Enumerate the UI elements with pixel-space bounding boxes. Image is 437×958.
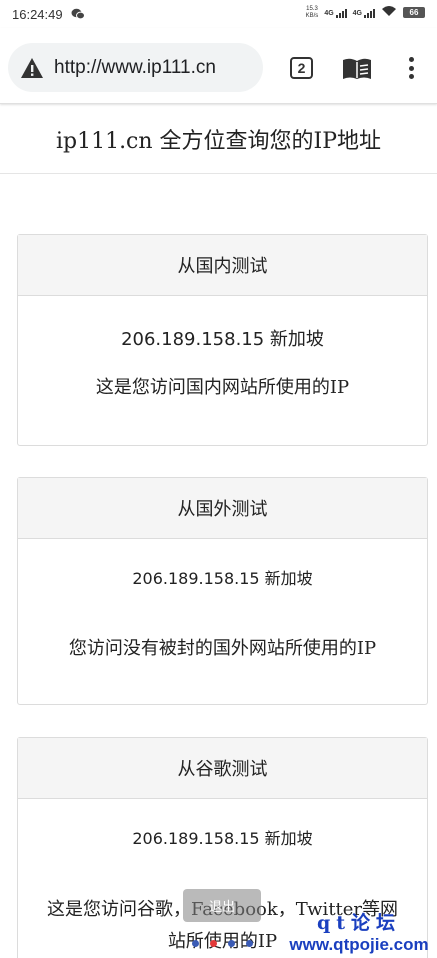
menu-icon[interactable] bbox=[404, 55, 418, 81]
url-text[interactable]: http://www.ip111.cn bbox=[54, 57, 216, 79]
network-type-1: 4G bbox=[324, 9, 334, 17]
exit-button[interactable]: 退出 bbox=[183, 889, 261, 922]
battery-icon: 66 bbox=[403, 7, 425, 18]
signal-icon-2: 4G bbox=[353, 8, 375, 18]
page-indicator bbox=[192, 940, 253, 947]
watermark-url: www.qtpojie.com bbox=[289, 935, 429, 954]
network-speed: 15.3 KB/s bbox=[306, 6, 319, 20]
watermark-title: qt论坛 bbox=[316, 912, 402, 934]
browser-toolbar: http://www.ip111.cn 2 bbox=[0, 28, 437, 104]
card-domestic-test: 从国内测试 206.189.158.15 新加坡 这是您访问国内网站所使用的IP bbox=[17, 234, 428, 446]
ip-address: 206.189.158.15 新加坡 bbox=[121, 329, 324, 350]
ip-address: 206.189.158.15 新加坡 bbox=[132, 829, 313, 848]
card-header: 从国内测试 bbox=[18, 235, 427, 296]
signal-icon: 4G bbox=[324, 8, 347, 18]
card-header: 从国外测试 bbox=[18, 478, 427, 539]
speed-value: 15.3 bbox=[306, 5, 318, 12]
watermark: qt论坛 www.qtpojie.com bbox=[284, 908, 434, 955]
address-bar[interactable]: http://www.ip111.cn bbox=[8, 43, 263, 92]
reader-mode-icon[interactable] bbox=[341, 57, 373, 81]
card-header: 从谷歌测试 bbox=[18, 738, 427, 799]
page-title: ip111.cn 全方位查询您的IP地址 bbox=[0, 104, 437, 174]
speed-unit: KB/s bbox=[305, 12, 319, 19]
wifi-icon bbox=[381, 5, 397, 20]
card-description: 您访问没有被封的国外网站所使用的IP bbox=[68, 638, 377, 659]
tab-switcher-button[interactable]: 2 bbox=[290, 57, 313, 79]
status-indicators: 15.3 KB/s 4G 4G 66 bbox=[306, 5, 425, 20]
wechat-icon bbox=[71, 8, 85, 20]
card-body: 206.189.158.15 新加坡 您访问没有被封的国外网站所使用的IP bbox=[18, 565, 427, 660]
status-bar: 16:24:49 15.3 KB/s 4G 4G 66 bbox=[0, 0, 437, 28]
card-description: 这是您访问国内网站所使用的IP bbox=[95, 377, 350, 398]
status-time: 16:24:49 bbox=[12, 6, 63, 22]
ip-address: 206.189.158.15 新加坡 bbox=[132, 569, 313, 588]
warning-icon[interactable] bbox=[20, 57, 44, 79]
network-type-2: 4G bbox=[352, 9, 362, 17]
card-body: 206.189.158.15 新加坡 这是您访问国内网站所使用的IP bbox=[18, 325, 427, 399]
card-foreign-test: 从国外测试 206.189.158.15 新加坡 您访问没有被封的国外网站所使用… bbox=[17, 477, 428, 705]
